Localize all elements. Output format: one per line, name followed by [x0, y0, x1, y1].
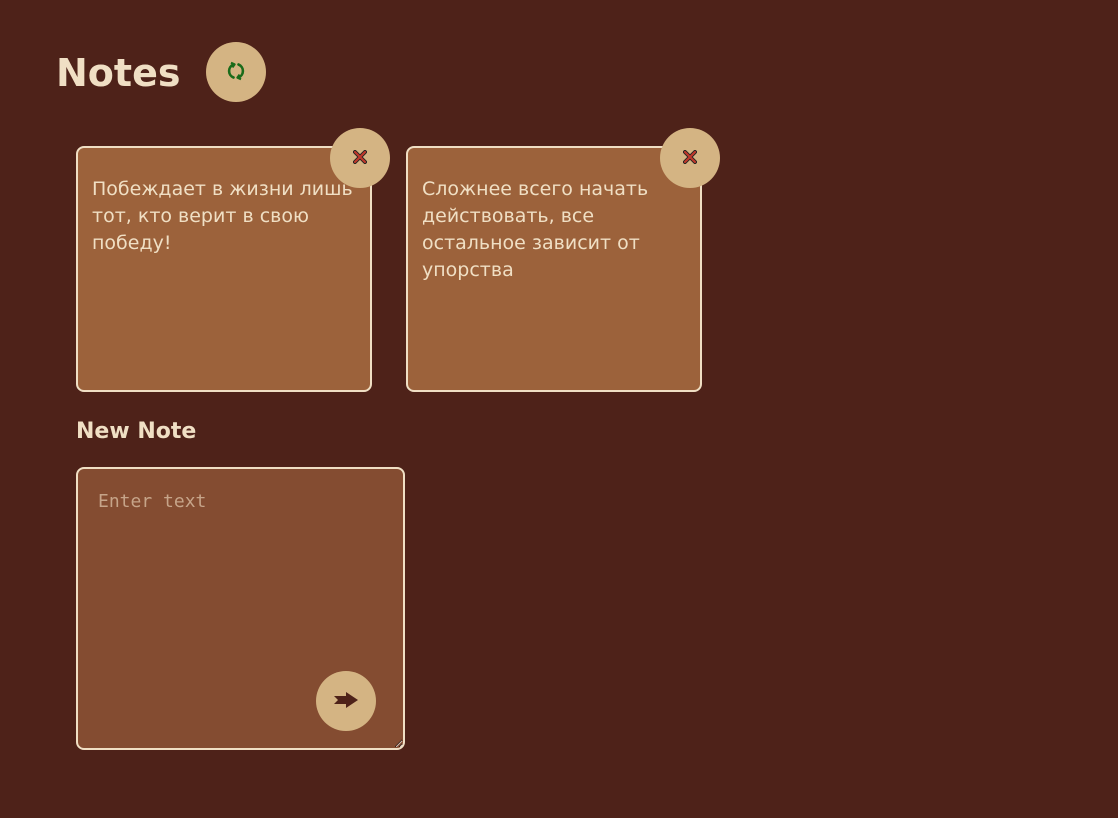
add-note-button[interactable] [316, 671, 376, 731]
note-text: Сложнее всего начать действовать, все ос… [422, 178, 649, 281]
close-icon [683, 149, 697, 167]
delete-note-button[interactable] [660, 128, 720, 188]
page-title: Notes [56, 51, 181, 95]
close-icon [353, 149, 367, 167]
notes-app: Notes Побеждает в жизни лишь тот, кто ве… [0, 0, 1118, 818]
note-text: Побеждает в жизни лишь тот, кто верит в … [92, 178, 353, 254]
arrow-right-icon [333, 691, 359, 711]
note-card: Сложнее всего начать действовать, все ос… [406, 128, 720, 392]
refresh-button[interactable] [206, 42, 266, 102]
refresh-icon [225, 60, 247, 85]
delete-note-button[interactable] [330, 128, 390, 188]
new-note-form [76, 467, 405, 750]
note-card: Побеждает в жизни лишь тот, кто верит в … [76, 128, 390, 392]
new-note-heading: New Note [76, 419, 197, 444]
